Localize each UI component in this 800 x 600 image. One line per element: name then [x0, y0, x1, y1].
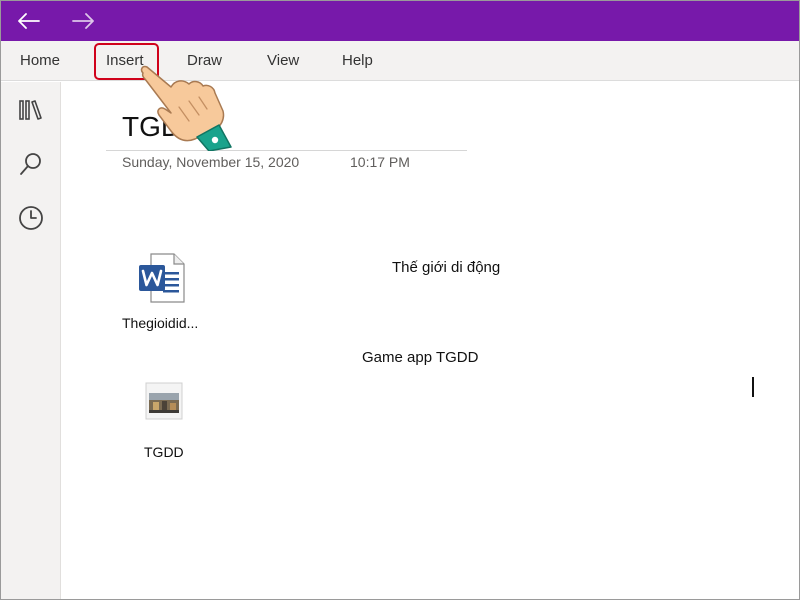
- arrow-right-icon: [72, 13, 94, 29]
- forward-button[interactable]: [69, 8, 97, 34]
- search-icon: [20, 153, 41, 175]
- tab-help[interactable]: Help: [342, 41, 373, 81]
- back-button[interactable]: [15, 8, 43, 34]
- sidebar: [1, 82, 61, 599]
- title-divider: [106, 150, 467, 151]
- page-title[interactable]: TGD: [122, 111, 181, 143]
- word-file-icon: [139, 253, 185, 303]
- image-file-attachment[interactable]: [145, 382, 183, 420]
- image-file-label: TGDD: [144, 444, 184, 460]
- notebooks-button[interactable]: [17, 96, 45, 124]
- word-file-attachment[interactable]: [137, 252, 187, 304]
- notebooks-icon: [19, 100, 42, 120]
- page-date: Sunday, November 15, 2020: [122, 154, 300, 170]
- recent-icon: [19, 206, 43, 230]
- onenote-window: Home Insert Draw View Help TGD Sunday, N…: [0, 0, 800, 600]
- text-cursor: [752, 377, 754, 397]
- tab-view[interactable]: View: [267, 41, 299, 81]
- note-text-2[interactable]: Game app TGDD: [362, 349, 478, 366]
- page-time: 10:17 PM: [350, 154, 410, 170]
- image-file-icon: [145, 382, 183, 420]
- title-bar: [1, 1, 799, 41]
- search-button[interactable]: [17, 150, 45, 178]
- ribbon-tabs: Home Insert Draw View Help: [1, 41, 799, 81]
- tab-insert[interactable]: Insert: [106, 41, 144, 81]
- arrow-left-icon: [18, 13, 40, 29]
- tab-home[interactable]: Home: [20, 41, 60, 81]
- note-text-1[interactable]: Thế giới di động: [392, 259, 500, 276]
- tab-draw[interactable]: Draw: [187, 41, 222, 81]
- word-file-label: Thegioidid...: [122, 315, 199, 331]
- recent-button[interactable]: [17, 204, 45, 232]
